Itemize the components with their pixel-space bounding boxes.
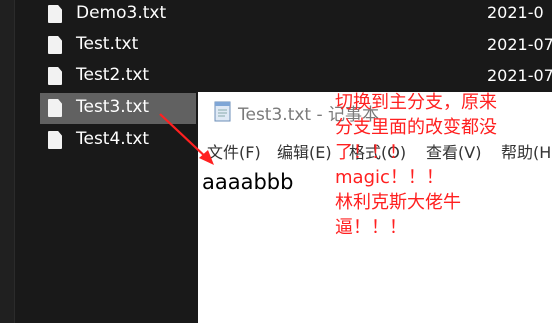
annotation-line: 林利克斯大佬牛 <box>335 192 461 213</box>
list-item[interactable]: Test2.txt <box>40 61 196 92</box>
annotation-line: magic！！！ <box>335 167 444 188</box>
file-date: 2021-07 <box>487 35 552 54</box>
list-item[interactable]: Test.txt <box>40 30 196 61</box>
file-name: Test2.txt <box>76 65 150 85</box>
menu-edit[interactable]: 编辑(E) <box>277 139 332 163</box>
explorer-scroll-gutter <box>0 0 15 323</box>
file-date: 2021-0 <box>487 3 544 22</box>
annotation-line: 逼！！！ <box>335 217 407 238</box>
annotation-line: 分支里面的改变都没 <box>335 117 497 138</box>
list-item-selected[interactable]: Test3.txt <box>40 93 196 124</box>
file-date: 2021-07 <box>487 66 552 85</box>
text-file-icon <box>48 131 62 149</box>
text-file-icon <box>48 5 62 23</box>
file-name: Demo3.txt <box>76 3 167 23</box>
list-item[interactable]: Demo3.txt <box>40 0 196 30</box>
text-file-icon <box>48 36 62 54</box>
file-name: Test.txt <box>76 34 139 54</box>
notepad-icon <box>214 101 231 122</box>
file-name: Test4.txt <box>76 129 150 149</box>
menu-file[interactable]: 文件(F) <box>207 139 261 163</box>
text-file-icon <box>48 99 62 117</box>
file-name: Test3.txt <box>76 97 150 117</box>
text-editor-content[interactable]: aaaabbb <box>202 170 293 194</box>
annotation-line: 了！！！ <box>335 142 407 163</box>
annotation-text: 切换到主分支，原来 分支里面的改变都没 了！！！ magic！！！ 林利克斯大佬… <box>335 90 552 240</box>
annotation-line: 切换到主分支，原来 <box>335 92 497 113</box>
text-file-icon <box>48 67 62 85</box>
list-item[interactable]: Test4.txt <box>40 125 196 156</box>
